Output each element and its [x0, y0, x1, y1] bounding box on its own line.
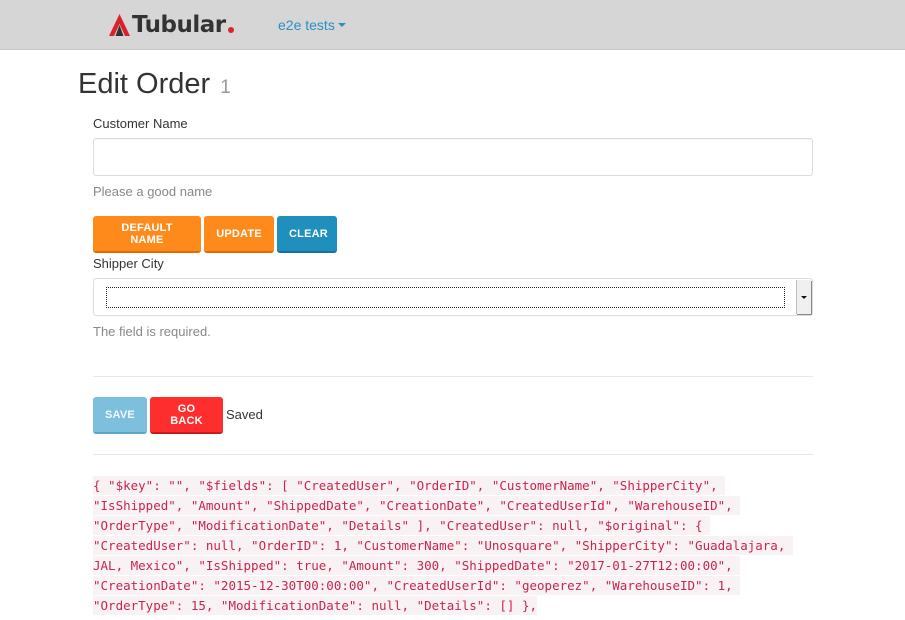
page-title-text: Edit Order — [78, 68, 211, 100]
brand-name: Tubular — [132, 12, 226, 38]
debug-json-text: { "$key": "", "$fields": [ "CreatedUser"… — [93, 476, 793, 615]
form-divider — [93, 376, 813, 377]
clear-button[interactable]: Clear — [277, 216, 337, 253]
customer-name-help: Please a good name — [93, 184, 213, 199]
brand-dot — [227, 26, 234, 33]
e2e-tests-menu[interactable]: e2e tests — [278, 17, 346, 33]
save-status: Saved — [226, 407, 263, 422]
json-divider — [93, 454, 813, 455]
customer-name-input[interactable] — [93, 138, 813, 176]
select-arrow-icon[interactable] — [796, 280, 811, 314]
shipper-city-select[interactable] — [93, 278, 813, 316]
tubular-logo-icon — [109, 14, 130, 36]
default-name-button[interactable]: Default Name — [93, 216, 201, 253]
top-navbar: Tubular e2e tests — [0, 0, 905, 50]
caret-down-icon — [337, 23, 346, 27]
page-title: Edit Order 1 — [78, 68, 231, 101]
brand-link[interactable]: Tubular — [108, 11, 234, 39]
update-button[interactable]: Update — [204, 216, 274, 253]
shipper-city-value — [106, 287, 785, 308]
order-id: 1 — [220, 77, 231, 98]
debug-json-output: { "$key": "", "$fields": [ "CreatedUser"… — [93, 476, 809, 616]
save-button[interactable]: Save — [93, 397, 147, 434]
go-back-button[interactable]: Go Back — [150, 397, 223, 434]
shipper-city-label: Shipper City — [93, 256, 164, 271]
customer-name-label: Customer Name — [93, 116, 188, 131]
e2e-tests-menu-label: e2e tests — [278, 17, 335, 33]
shipper-city-help: The field is required. — [93, 324, 211, 339]
